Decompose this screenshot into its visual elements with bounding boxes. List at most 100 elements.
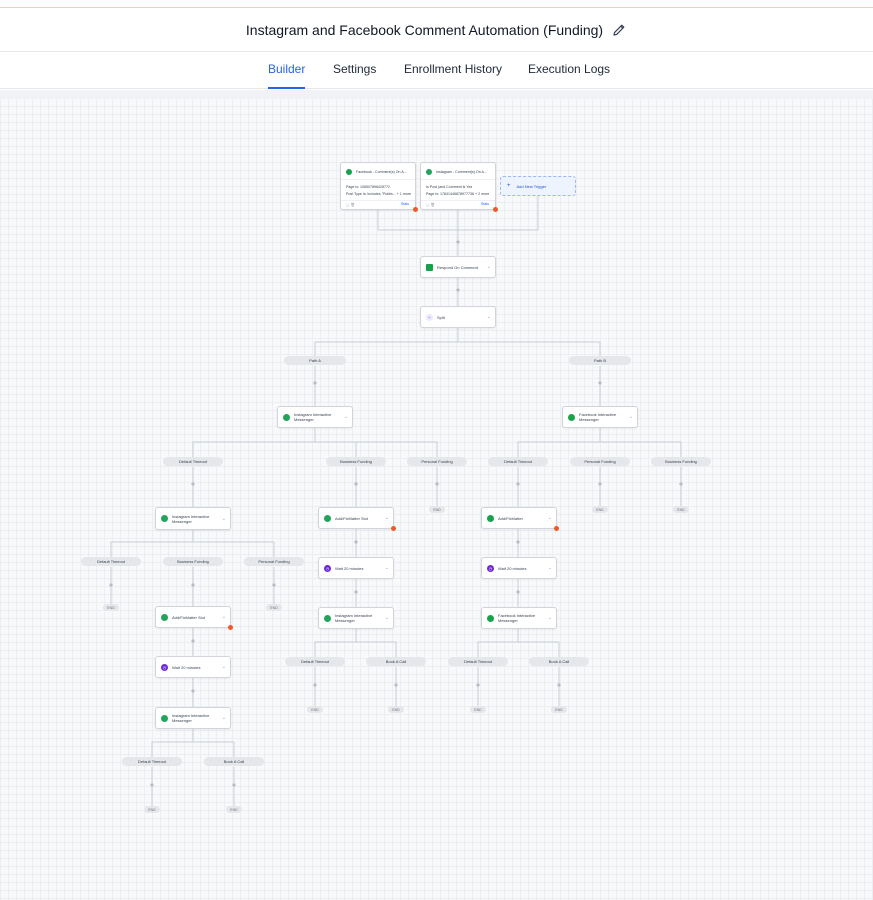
stats-link[interactable]: Stats: [481, 202, 489, 206]
instagram-messenger-node[interactable]: Instagram Interactive Messenger ⌄: [318, 607, 394, 629]
copy-icon[interactable]: ▢ 🗑: [426, 203, 435, 207]
end-node: END: [266, 604, 282, 611]
tag-icon: [161, 613, 168, 621]
chevron-down-icon[interactable]: ⌄: [222, 516, 226, 522]
instagram-icon: [426, 169, 432, 175]
alert-dot: [493, 207, 498, 212]
chevron-down-icon[interactable]: ⌄: [548, 565, 552, 571]
branch-default-timeout[interactable]: Default Timeout: [488, 457, 548, 466]
branch-book-a-call[interactable]: Book A Call: [366, 657, 426, 666]
path-b-label[interactable]: Path B: [569, 356, 631, 365]
workflow-title: Instagram and Facebook Comment Automatio…: [245, 22, 604, 38]
more-filters[interactable]: + 1 more: [397, 192, 411, 196]
branch-book-a-call[interactable]: Book A Call: [529, 657, 589, 666]
end-node: END: [429, 506, 445, 513]
instagram-icon: [324, 614, 331, 622]
wait-node[interactable]: ◷ Wait 20 minutes ⌄: [318, 557, 394, 579]
add-tag-node[interactable]: Add/FixMatter Slot ⌄: [318, 507, 396, 531]
instagram-icon: [161, 714, 168, 722]
branch-business-funding[interactable]: Business Funding: [651, 457, 711, 466]
tab-settings[interactable]: Settings: [333, 52, 376, 89]
branch-personal-funding[interactable]: Personal Funding: [407, 457, 467, 466]
respond-on-comment-node[interactable]: Respond On Comment ⌄: [420, 256, 496, 278]
branch-business-funding[interactable]: Business Funding: [163, 557, 223, 566]
split-node[interactable]: ⑂ Split ⌄: [420, 306, 496, 328]
more-filters[interactable]: + 2 more: [475, 192, 489, 196]
builder-canvas[interactable]: [0, 90, 873, 900]
branch-default-timeout[interactable]: Default Timeout: [285, 657, 345, 666]
clock-icon: ◷: [324, 564, 331, 572]
add-tag-node[interactable]: Add/FixMatter Slot ⌄: [155, 606, 233, 630]
facebook-icon: [568, 413, 575, 421]
tag-icon: [487, 514, 494, 522]
end-node: END: [103, 604, 119, 611]
split-icon: ⑂: [426, 313, 433, 321]
chevron-down-icon[interactable]: ⌄: [222, 715, 226, 721]
wait-node[interactable]: ◷ Wait 20 minutes ⌄: [155, 656, 231, 678]
end-node: END: [307, 706, 323, 713]
trigger-condition: Is Post (and Comment is Yes: [426, 185, 473, 189]
chevron-down-icon[interactable]: ⌄: [487, 314, 491, 320]
branch-personal-funding[interactable]: Personal Funding: [244, 557, 304, 566]
trigger-condition: Post Type is: includes "Publis... + 1 mo…: [346, 192, 412, 196]
workflow-tabs: Builder Settings Enrollment History Exec…: [0, 52, 873, 89]
branch-business-funding[interactable]: Business Funding: [326, 457, 386, 466]
path-a-label[interactable]: Path A: [284, 356, 346, 365]
chevron-down-icon[interactable]: ⌄: [385, 565, 389, 571]
chevron-down-icon[interactable]: ⌄: [222, 664, 226, 670]
end-node: END: [226, 806, 242, 813]
tab-execution-logs[interactable]: Execution Logs: [528, 52, 610, 89]
facebook-messenger-node[interactable]: Facebook Interactive Messenger ⌄: [562, 406, 638, 428]
end-node: END: [551, 706, 567, 713]
trigger-condition: Page is: 17841446878977736 + 2 more: [426, 192, 490, 196]
comment-icon: [426, 263, 433, 271]
copy-icon[interactable]: ▢ 🗑: [346, 203, 355, 207]
trigger-instagram-comment[interactable]: Instagram - Comment(s) On A... Is Post (…: [420, 162, 498, 212]
chevron-down-icon[interactable]: ⌄: [385, 615, 389, 621]
trigger-title: Instagram - Comment(s) On A...: [436, 170, 487, 174]
end-node: END: [470, 706, 486, 713]
end-node: END: [144, 806, 160, 813]
wait-node[interactable]: ◷ Wait 20 minutes ⌄: [481, 557, 557, 579]
facebook-icon: [487, 614, 494, 622]
chevron-down-icon[interactable]: ⌄: [629, 414, 633, 420]
clock-icon: ◷: [161, 663, 168, 671]
branch-personal-funding[interactable]: Personal Funding: [570, 457, 630, 466]
clock-icon: ◷: [487, 564, 494, 572]
stats-link[interactable]: Stats: [401, 202, 409, 206]
instagram-messenger-node[interactable]: Instagram Interactive Messenger ⌄: [277, 406, 353, 428]
branch-default-timeout[interactable]: Default Timeout: [448, 657, 508, 666]
chevron-down-icon[interactable]: ⌄: [344, 414, 348, 420]
end-node: END: [592, 506, 608, 513]
trigger-title: Facebook - Comment(s) On A...: [356, 170, 407, 174]
branch-book-a-call[interactable]: Book A Call: [204, 757, 264, 766]
chevron-down-icon[interactable]: ⌄: [548, 615, 552, 621]
facebook-messenger-node[interactable]: Facebook Interactive Messenger ⌄: [481, 607, 557, 629]
end-node: END: [388, 706, 404, 713]
branch-default-timeout[interactable]: Default Timeout: [81, 557, 141, 566]
instagram-messenger-node[interactable]: Instagram Interactive Messenger ⌄: [155, 707, 231, 729]
connector-lines: [109, 196, 683, 806]
end-node: END: [673, 506, 689, 513]
tab-enrollment-history[interactable]: Enrollment History: [404, 52, 502, 89]
instagram-icon: [161, 515, 168, 522]
tab-builder[interactable]: Builder: [268, 52, 306, 89]
alert-dot: [228, 625, 233, 630]
alert-dot: [413, 207, 418, 212]
branch-default-timeout[interactable]: Default Timeout: [122, 757, 182, 766]
chevron-down-icon[interactable]: ⌄: [548, 515, 552, 521]
top-alert-line: [0, 0, 873, 8]
pencil-icon[interactable]: [611, 22, 627, 38]
instagram-messenger-node[interactable]: Instagram Interactive Messenger ⌄: [155, 507, 231, 530]
chevron-down-icon[interactable]: ⌄: [487, 264, 491, 270]
tag-icon: [324, 514, 331, 522]
workflow-title-bar: Instagram and Facebook Comment Automatio…: [0, 9, 873, 52]
facebook-icon: [346, 169, 352, 175]
chevron-down-icon[interactable]: ⌄: [222, 614, 226, 620]
trigger-facebook-comment[interactable]: Facebook - Comment(s) On A... Page is: 1…: [340, 162, 418, 212]
add-new-trigger-button[interactable]: + Add New Trigger: [500, 176, 576, 196]
chevron-down-icon[interactable]: ⌄: [385, 515, 389, 521]
add-tag-node[interactable]: Add/FixMatter ⌄: [481, 507, 559, 531]
branch-default-timeout[interactable]: Default Timeout: [163, 457, 223, 466]
canvas-top-strip: [0, 90, 873, 99]
